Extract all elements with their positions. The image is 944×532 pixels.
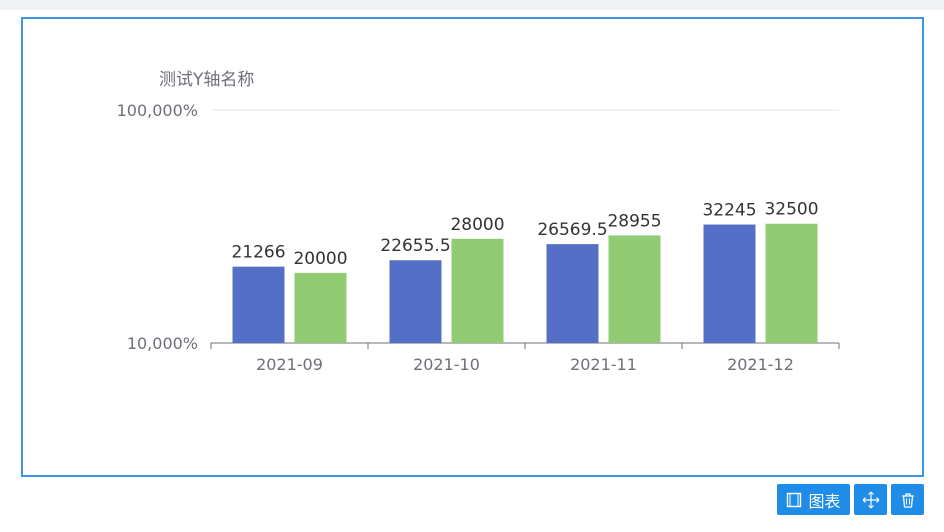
data-label: 20000 [293, 249, 347, 269]
bar-series1 [232, 266, 285, 343]
bar-series2 [451, 238, 504, 343]
x-tick-label: 2021-09 [256, 355, 323, 374]
trash-icon [900, 492, 916, 508]
x-tick-label: 2021-10 [413, 355, 480, 374]
data-label: 22655.5 [380, 236, 450, 256]
frame-icon [786, 492, 802, 508]
bar-series2 [765, 223, 818, 343]
data-label: 21266 [231, 243, 285, 263]
bar-series1 [389, 260, 442, 343]
top-strip [0, 0, 944, 10]
data-label: 28955 [607, 211, 661, 231]
data-label: 32245 [702, 201, 756, 221]
data-label: 26569.5 [537, 220, 607, 240]
data-label: 28000 [450, 215, 504, 235]
data-label: 32500 [764, 200, 818, 220]
bar-series1 [703, 224, 756, 343]
bar-chart: 测试Y轴名称 10,000% 100,000% 2021-09 2021-10 2021-… [117, 70, 840, 374]
x-tick-label: 2021-12 [727, 355, 794, 374]
chart-toolbar: 图表 [777, 484, 924, 515]
bar-series2 [294, 272, 347, 343]
x-tick-label: 2021-11 [570, 355, 637, 374]
chart-type-label: 图表 [808, 491, 841, 511]
move-button[interactable] [854, 484, 887, 515]
bar-series1 [546, 244, 599, 343]
y-axis-label: 测试Y轴名称 [159, 70, 254, 90]
y-tick-label: 100,000% [117, 101, 198, 120]
y-tick-label: 10,000% [127, 334, 198, 353]
delete-button[interactable] [891, 484, 924, 515]
chart-type-button[interactable]: 图表 [777, 484, 850, 515]
chart-container[interactable]: 测试Y轴名称 10,000% 100,000% 2021-09 2021-10 2021-… [21, 17, 924, 477]
move-icon [862, 491, 880, 509]
bar-series2 [608, 235, 661, 343]
